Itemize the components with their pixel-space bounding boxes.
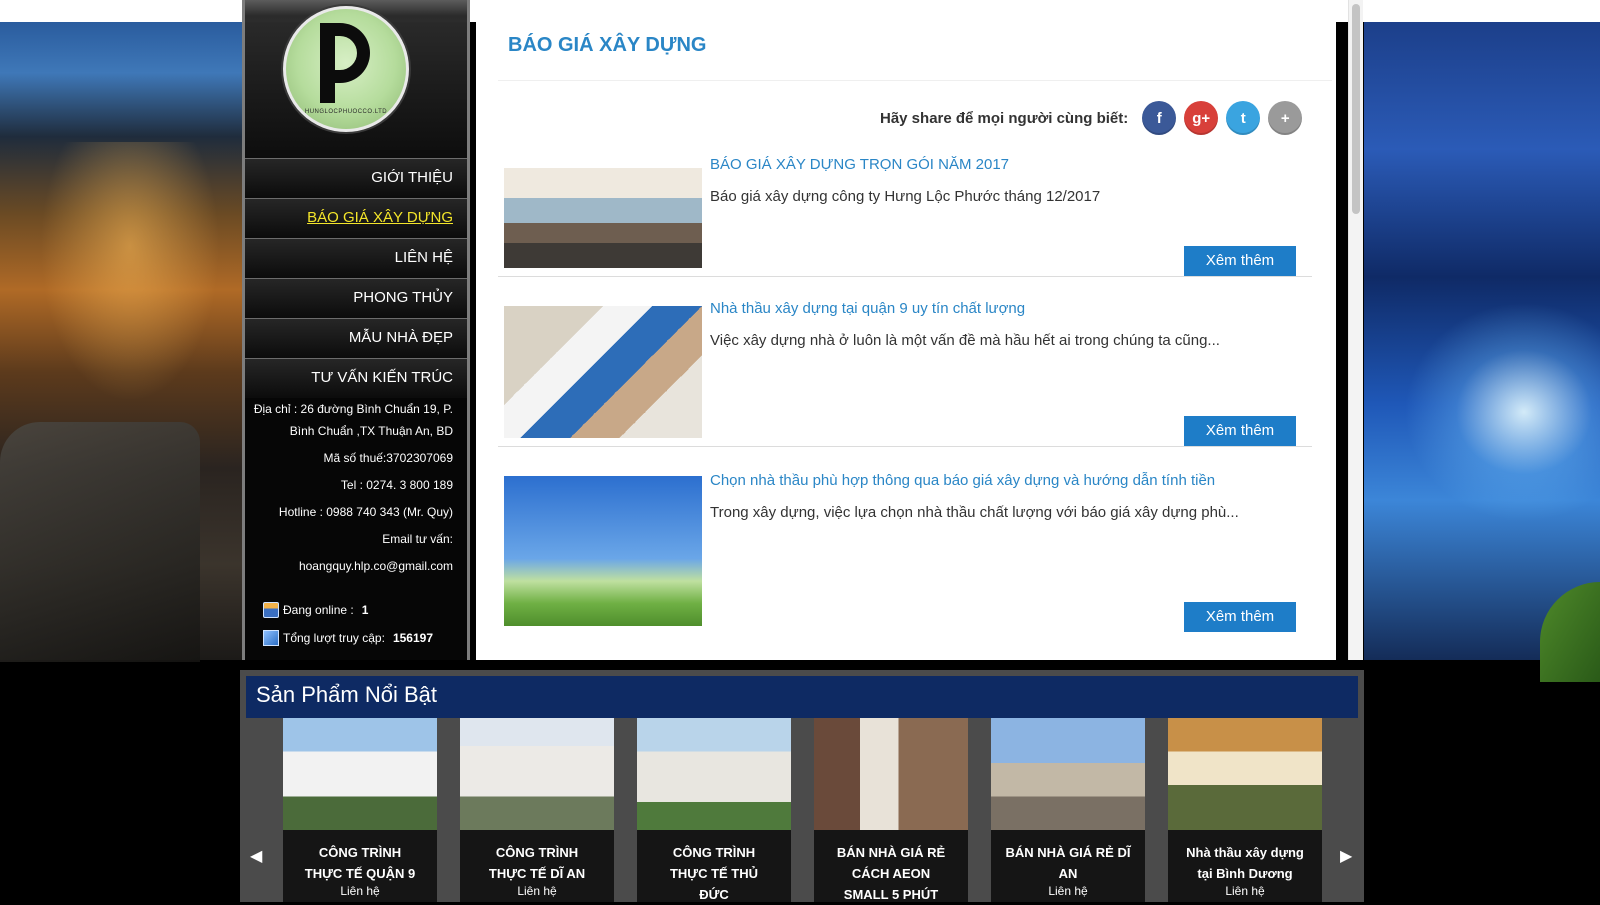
product-card[interactable]: BÁN NHÀ GIÁ RẺ DĨ AN Liên hệ — [991, 718, 1145, 902]
product-image[interactable] — [283, 718, 437, 830]
product-card[interactable]: BÁN NHÀ GIÁ RẺ CÁCH AEON SMALL 5 PHÚT — [814, 718, 968, 902]
post-title[interactable]: Nhà thầu xây dựng tại quận 9 uy tín chất… — [710, 300, 1025, 317]
product-image[interactable] — [637, 718, 791, 830]
menu-item-phong-thuy[interactable]: PHONG THỦY — [245, 278, 467, 318]
product-title[interactable]: BÁN NHÀ GIÁ RẺ CÁCH AEON SMALL 5 PHÚT — [814, 830, 968, 905]
address-line-1: Địa chỉ : 26 đường Bình Chuẩn 19, P. — [253, 402, 453, 416]
post-divider — [498, 276, 1312, 277]
product-title[interactable]: CÔNG TRÌNH THỰC TẾ THỦ ĐỨC — [637, 830, 791, 905]
online-user-icon — [263, 602, 279, 618]
product-price: Liên hệ — [517, 884, 557, 898]
visits-label: Tổng lượt truy cập: — [283, 631, 385, 645]
carousel-next-icon[interactable]: ▶ — [1340, 846, 1352, 866]
post-excerpt: Việc xây dựng nhà ở luôn là một vấn đề m… — [710, 332, 1220, 349]
product-card[interactable]: CÔNG TRÌNH THỰC TẾ QUẬN 9 Liên hệ — [283, 718, 437, 902]
address-line-2: Bình Chuẩn ,TX Thuận An, BD — [289, 424, 453, 438]
twitter-icon[interactable]: t — [1226, 101, 1261, 135]
tax-code: Mã số thuế:3702307069 — [323, 451, 453, 465]
background-photo-right — [1364, 22, 1600, 682]
hotline: Hotline : 0988 740 343 (Mr. Quy) — [278, 505, 453, 519]
product-card[interactable]: CÔNG TRÌNH THỰC TẾ DĨ AN Liên hệ — [460, 718, 614, 902]
visits-count: 156197 — [392, 631, 433, 645]
title-divider — [498, 80, 1332, 81]
post-title[interactable]: Chọn nhà thầu phù hợp thông qua báo giá … — [710, 472, 1215, 489]
share-label: Hãy share để mọi người cùng biết: — [880, 109, 1129, 127]
share-bar: Hãy share để mọi người cùng biết: f g+ t… — [880, 100, 1303, 136]
product-price: Liên hệ — [340, 884, 380, 898]
main-menu: GIỚI THIỆU BÁO GIÁ XÂY DỰNG LIÊN HỆ PHON… — [245, 158, 467, 398]
google-plus-icon[interactable]: g+ — [1184, 101, 1219, 135]
company-logo[interactable]: HUNGLOCPHUOCCO.LTD — [283, 6, 409, 132]
product-title[interactable]: Nhà thầu xây dựng tại Bình Dương — [1168, 830, 1322, 884]
scrollbar[interactable] — [1348, 0, 1363, 660]
product-title[interactable]: CÔNG TRÌNH THỰC TẾ DĨ AN — [460, 830, 614, 884]
post-thumbnail-engineers[interactable] — [504, 306, 702, 438]
post-divider — [498, 446, 1312, 447]
online-label: Đang online : — [283, 603, 354, 617]
menu-item-bao-gia[interactable]: BÁO GIÁ XÂY DỰNG — [245, 198, 467, 238]
product-card[interactable]: CÔNG TRÌNH THỰC TẾ THỦ ĐỨC — [637, 718, 791, 902]
menu-item-gioi-thieu[interactable]: GIỚI THIỆU — [245, 158, 467, 198]
scrollbar-thumb[interactable] — [1352, 4, 1360, 214]
email-label: Email tư vấn: — [382, 532, 453, 546]
post-item: Chọn nhà thầu phù hợp thông qua báo giá … — [498, 472, 1312, 636]
product-image[interactable] — [1168, 718, 1322, 830]
read-more-button[interactable]: Xêm thêm — [1184, 416, 1296, 446]
page-title: BÁO GIÁ XÂY DỰNG — [508, 34, 707, 56]
post-excerpt: Trong xây dựng, việc lựa chọn nhà thầu c… — [710, 504, 1239, 521]
email-address[interactable]: hoangquy.hlp.co@gmail.com — [245, 555, 453, 577]
visitor-stats: Đang online : 1 Tổng lượt truy cập: 1561… — [263, 596, 463, 652]
read-more-button[interactable]: Xêm thêm — [1184, 602, 1296, 632]
menu-item-tu-van-kien-truc[interactable]: TƯ VẤN KIẾN TRÚC — [245, 358, 467, 398]
product-title[interactable]: CÔNG TRÌNH THỰC TẾ QUẬN 9 — [283, 830, 437, 884]
post-item: BÁO GIÁ XÂY DỰNG TRỌN GÓI NĂM 2017 Báo g… — [498, 156, 1312, 278]
menu-item-lien-he[interactable]: LIÊN HỆ — [245, 238, 467, 278]
product-image[interactable] — [991, 718, 1145, 830]
post-thumbnail-money-house[interactable] — [504, 476, 702, 626]
post-thumbnail-living-room[interactable] — [504, 168, 702, 268]
product-price: Liên hệ — [1048, 884, 1088, 898]
product-price: Liên hệ — [1225, 884, 1265, 898]
logo-area: HUNGLOCPHUOCCO.LTD — [245, 0, 467, 158]
telephone: Tel : 0274. 3 800 189 — [340, 478, 453, 492]
background-photo-left — [0, 22, 242, 662]
contact-info: Địa chỉ : 26 đường Bình Chuẩn 19, P. Bìn… — [245, 398, 467, 582]
featured-heading: Sản Phẩm Nổi Bật — [256, 682, 437, 707]
product-title[interactable]: BÁN NHÀ GIÁ RẺ DĨ AN — [991, 830, 1145, 884]
read-more-button[interactable]: Xêm thêm — [1184, 246, 1296, 276]
featured-header: Sản Phẩm Nổi Bật — [246, 676, 1358, 718]
menu-item-mau-nha-dep[interactable]: MẪU NHÀ ĐẸP — [245, 318, 467, 358]
logo-ring-text: HUNGLOCPHUOCCO.LTD — [304, 109, 388, 115]
carousel-prev-icon[interactable]: ◀ — [250, 846, 262, 866]
product-image[interactable] — [814, 718, 968, 830]
product-card[interactable]: Nhà thầu xây dựng tại Bình Dương Liên hệ — [1168, 718, 1322, 902]
facebook-icon[interactable]: f — [1142, 101, 1177, 135]
share-more-icon[interactable]: + — [1268, 101, 1303, 135]
online-count: 1 — [361, 603, 369, 617]
product-image[interactable] — [460, 718, 614, 830]
post-item: Nhà thầu xây dựng tại quận 9 uy tín chất… — [498, 300, 1312, 447]
sidebar: HUNGLOCPHUOCCO.LTD GIỚI THIỆU BÁO GIÁ XÂ… — [242, 0, 470, 660]
post-title[interactable]: BÁO GIÁ XÂY DỰNG TRỌN GÓI NĂM 2017 — [710, 156, 1009, 173]
visit-counter-icon — [263, 630, 279, 646]
post-excerpt: Báo giá xây dựng công ty Hưng Lộc Phước … — [710, 188, 1101, 205]
